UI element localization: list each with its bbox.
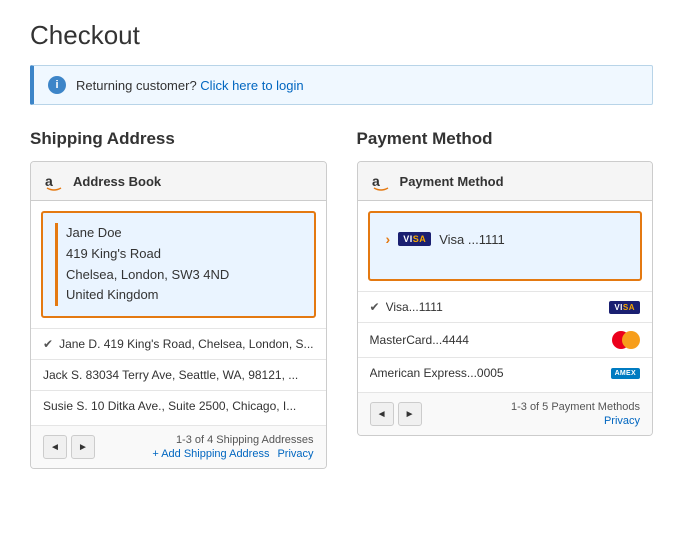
payment-privacy-link[interactable]: Privacy xyxy=(604,415,640,427)
payment-item-3[interactable]: American Express...0005 AMEX xyxy=(358,358,652,388)
amazon-logo-payment: a xyxy=(370,170,392,192)
check-icon-payment-1: ✔ xyxy=(370,300,380,314)
shipping-item-3[interactable]: Susie S. 10 Ditka Ave., Suite 2500, Chic… xyxy=(31,391,326,421)
shipping-item-1-label: Jane D. 419 King's Road, Chelsea, London… xyxy=(59,337,313,351)
shipping-privacy-link[interactable]: Privacy xyxy=(277,448,313,460)
selected-address: Jane Doe 419 King's Road Chelsea, London… xyxy=(55,223,302,306)
shipping-item-3-label: Susie S. 10 Ditka Ave., Suite 2500, Chic… xyxy=(43,399,314,413)
payment-list: ✔ Visa...1111 VISA MasterCard...4444 xyxy=(358,291,652,388)
login-link[interactable]: Click here to login xyxy=(200,78,303,93)
shipping-item-2-label: Jack S. 83034 Terry Ave, Seattle, WA, 98… xyxy=(43,368,314,382)
shipping-section-title: Shipping Address xyxy=(30,129,327,149)
payment-widget-title: Payment Method xyxy=(400,174,504,189)
address-line1: 419 King's Road xyxy=(66,244,302,265)
shipping-item-2[interactable]: Jack S. 83034 Terry Ave, Seattle, WA, 98… xyxy=(31,360,326,391)
page-title: Checkout xyxy=(30,20,653,51)
info-icon: i xyxy=(48,76,66,94)
visa-card-logo: VISA xyxy=(609,301,640,314)
banner-text: Returning customer? Click here to login xyxy=(76,78,304,93)
shipping-widget-title: Address Book xyxy=(73,174,161,189)
svg-text:a: a xyxy=(372,173,380,189)
payment-pagination: ◄ ► xyxy=(370,402,422,426)
address-line2: Chelsea, London, SW3 4ND xyxy=(66,265,302,286)
main-columns: Shipping Address a Address Book Jane Doe… xyxy=(30,129,653,469)
shipping-widget-header: a Address Book xyxy=(31,162,326,201)
payment-widget-header: a Payment Method xyxy=(358,162,652,201)
payment-selected-box: › VISA Visa ...1111 xyxy=(368,211,642,281)
payment-section-title: Payment Method xyxy=(357,129,653,149)
shipping-list: ✔ Jane D. 419 King's Road, Chelsea, Lond… xyxy=(31,328,326,421)
shipping-column: Shipping Address a Address Book Jane Doe… xyxy=(30,129,327,469)
selected-payment: › VISA Visa ...1111 xyxy=(382,223,628,255)
svg-text:a: a xyxy=(45,173,53,189)
payment-selected-arrow: › xyxy=(386,231,391,247)
shipping-next-btn[interactable]: ► xyxy=(71,435,95,459)
payment-item-2[interactable]: MasterCard...4444 xyxy=(358,323,652,358)
amex-logo: AMEX xyxy=(611,368,640,379)
mastercard-logo xyxy=(612,331,640,349)
payment-widget: a Payment Method › VISA Visa ...1111 ✔ xyxy=(357,161,653,436)
shipping-selected-box: Jane Doe 419 King's Road Chelsea, London… xyxy=(41,211,316,318)
payment-item-3-label: American Express...0005 xyxy=(370,366,603,380)
payment-column: Payment Method a Payment Method › VISA V… xyxy=(357,129,653,469)
shipping-item-1[interactable]: ✔ Jane D. 419 King's Road, Chelsea, Lond… xyxy=(31,329,326,360)
payment-pagination-text: 1-3 of 5 Payment Methods xyxy=(511,401,640,413)
address-line3: United Kingdom xyxy=(66,285,302,306)
selected-payment-label: Visa ...1111 xyxy=(439,232,505,247)
shipping-footer: ◄ ► 1-3 of 4 Shipping Addresses + Add Sh… xyxy=(31,425,326,468)
info-banner: i Returning customer? Click here to logi… xyxy=(30,65,653,105)
shipping-prev-btn[interactable]: ◄ xyxy=(43,435,67,459)
shipping-pagination-text: 1-3 of 4 Shipping Addresses xyxy=(176,434,314,446)
payment-prev-btn[interactable]: ◄ xyxy=(370,402,394,426)
shipping-pagination: ◄ ► xyxy=(43,435,95,459)
payment-footer: ◄ ► 1-3 of 5 Payment Methods Privacy xyxy=(358,392,652,435)
amazon-logo-shipping: a xyxy=(43,170,65,192)
check-icon-1: ✔ xyxy=(43,337,53,351)
add-shipping-link[interactable]: + Add Shipping Address xyxy=(152,448,269,460)
shipping-widget: a Address Book Jane Doe 419 King's Road … xyxy=(30,161,327,469)
payment-item-2-label: MasterCard...4444 xyxy=(370,333,604,347)
payment-item-1-label: Visa...1111 xyxy=(386,300,602,314)
payment-next-btn[interactable]: ► xyxy=(398,402,422,426)
address-name: Jane Doe xyxy=(66,223,302,244)
payment-item-1[interactable]: ✔ Visa...1111 VISA xyxy=(358,292,652,323)
visa-mini-logo: VISA xyxy=(398,232,431,246)
